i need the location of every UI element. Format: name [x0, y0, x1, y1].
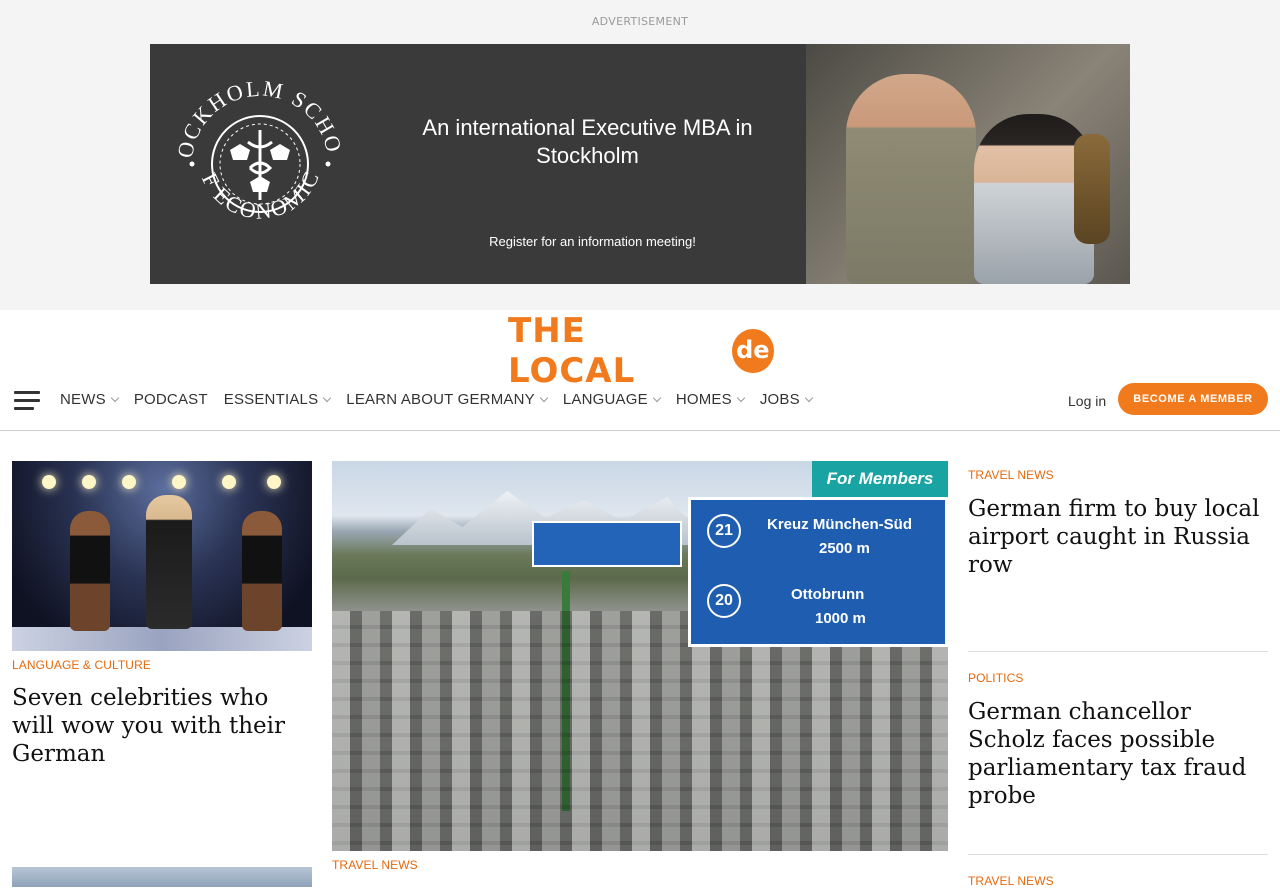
nav-item-jobs[interactable]: JOBS	[759, 391, 814, 408]
nav-item-homes[interactable]: HOMES	[675, 391, 746, 408]
article-image-concert[interactable]	[12, 461, 312, 651]
article-card-right: POLITICS German chancellor Scholz faces …	[968, 652, 1268, 854]
article-card-main: 21 Kreuz München-Süd 2500 m 20 Ottobrunn…	[332, 461, 948, 872]
nav-item-label: NEWS	[60, 391, 106, 408]
chevron-down-icon	[539, 393, 549, 402]
ad-label: ADVERTISEMENT	[591, 15, 689, 28]
article-category[interactable]: LANGUAGE & CULTURE	[12, 658, 312, 672]
article-category[interactable]: TRAVEL NEWS	[968, 468, 1268, 482]
article-headline[interactable]: Seven celebrities who will wow you with …	[12, 684, 312, 768]
ad-photo	[806, 44, 1130, 284]
article-headline[interactable]: German chancellor Scholz faces possible …	[968, 698, 1268, 810]
nav-item-news[interactable]: NEWS	[60, 391, 120, 408]
main-nav: NEWS PODCAST ESSENTIALS LEARN ABOUT GERMANY…	[0, 382, 1280, 418]
chevron-down-icon	[736, 393, 746, 402]
ad-cta-link[interactable]: Register for an information meeting!	[450, 234, 735, 249]
nav-item-label: HOMES	[675, 391, 732, 408]
chevron-down-icon	[804, 393, 814, 402]
nav-divider	[0, 430, 1280, 431]
article-image-partial[interactable]	[12, 867, 312, 887]
nav-items: NEWS PODCAST ESSENTIALS LEARN ABOUT GERMANY…	[60, 391, 828, 408]
article-category[interactable]: TRAVEL NEWS	[968, 874, 1268, 888]
site-logo[interactable]: THE LOCAL de	[508, 311, 774, 391]
ad-area: ADVERTISEMENT STOCKHOLM SCHOOL OF ECONOM…	[0, 0, 1280, 310]
become-member-button[interactable]: BECOME A MEMBER	[1118, 383, 1268, 415]
chevron-down-icon	[652, 393, 662, 402]
logo-badge: de	[731, 329, 774, 373]
nav-item-label: ESSENTIALS	[223, 391, 319, 408]
members-badge: For Members	[812, 461, 948, 497]
article-card-left: LANGUAGE & CULTURE Seven celebrities who…	[12, 461, 312, 768]
article-category[interactable]: TRAVEL NEWS	[332, 858, 948, 872]
ad-banner[interactable]: STOCKHOLM SCHOOL OF ECONOMICS An interna…	[150, 44, 1130, 284]
menu-icon[interactable]	[14, 391, 40, 411]
chevron-down-icon	[323, 393, 332, 402]
nav-item-label: LEARN ABOUT GERMANY	[346, 391, 535, 408]
nav-item-podcast[interactable]: PODCAST	[134, 391, 208, 408]
login-link[interactable]: Log in	[1068, 393, 1106, 409]
nav-item-language[interactable]: LANGUAGE	[562, 391, 662, 408]
article-card-right: TRAVEL NEWS	[968, 855, 1268, 888]
nav-item-label: JOBS	[759, 391, 800, 408]
highway-sign: 21 Kreuz München-Süd 2500 m 20 Ottobrunn…	[688, 497, 948, 647]
article-card-right: TRAVEL NEWS German firm to buy local air…	[968, 468, 1268, 651]
article-image-autobahn[interactable]: 21 Kreuz München-Süd 2500 m 20 Ottobrunn…	[332, 461, 948, 851]
school-seal-logo: STOCKHOLM SCHOOL OF ECONOMICS	[170, 72, 345, 224]
door-knocker	[1074, 134, 1110, 244]
right-column: TRAVEL NEWS German firm to buy local air…	[968, 461, 1268, 888]
chevron-down-icon	[110, 393, 120, 402]
nav-item-label: LANGUAGE	[562, 391, 648, 408]
article-category[interactable]: POLITICS	[968, 671, 1268, 685]
nav-item-learn-about-germany[interactable]: LEARN ABOUT GERMANY	[346, 391, 549, 408]
logo-text: THE LOCAL	[508, 311, 636, 391]
ad-person-man	[846, 74, 976, 284]
ad-headline: An international Executive MBA in Stockh…	[422, 115, 753, 168]
article-headline[interactable]: German firm to buy local airport caught …	[968, 495, 1268, 579]
nav-item-label: PODCAST	[133, 391, 208, 408]
nav-item-essentials[interactable]: ESSENTIALS	[223, 391, 332, 408]
